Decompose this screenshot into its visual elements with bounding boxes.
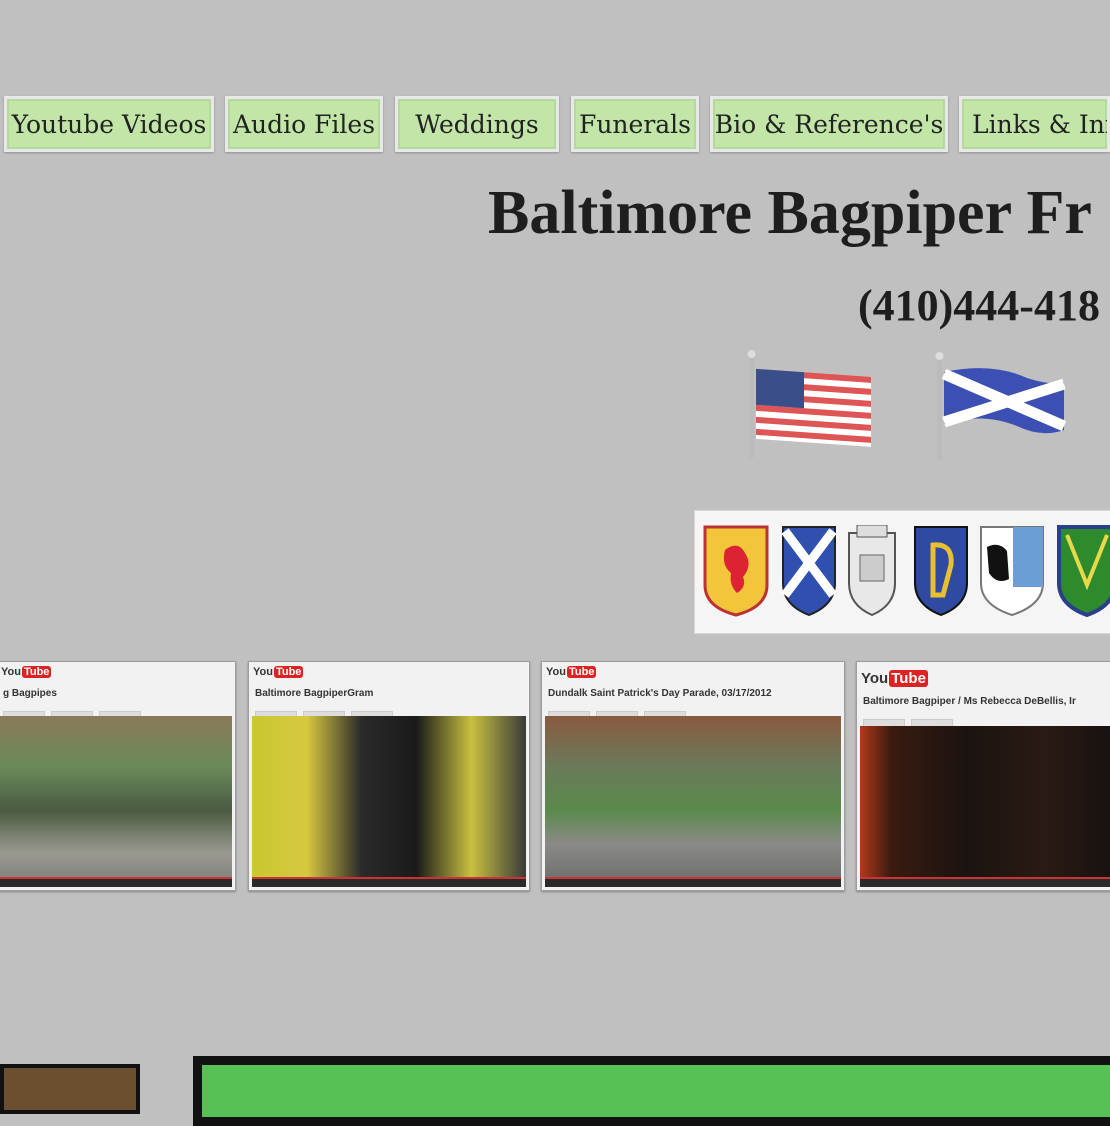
youtube-logo-icon: You Tube xyxy=(253,666,304,678)
video-controls[interactable] xyxy=(0,877,232,887)
tab-label: Youtube Videos xyxy=(11,109,207,139)
youtube-logo-icon: You Tube xyxy=(546,666,597,678)
lion-rampant-crest-icon xyxy=(703,525,769,617)
crest-panel xyxy=(694,510,1110,634)
tab-label: Funerals xyxy=(578,109,692,139)
video-controls[interactable] xyxy=(860,877,1110,887)
video-controls[interactable] xyxy=(545,877,841,887)
video-toolbar xyxy=(548,704,838,719)
tab-label: Bio & Reference's xyxy=(714,109,944,139)
video-title: g Bagpipes xyxy=(3,688,57,699)
video-thumbnail-2[interactable]: You Tube Baltimore BagpiperGram xyxy=(248,661,530,891)
tab-funerals[interactable]: Funerals xyxy=(571,96,699,152)
youtube-logo-icon: You Tube xyxy=(861,670,928,687)
tab-youtube-videos[interactable]: Youtube Videos xyxy=(4,96,214,152)
video-title: Baltimore Bagpiper / Ms Rebecca DeBellis… xyxy=(863,696,1076,707)
video-toolbar xyxy=(3,704,229,719)
eagle-crest-icon xyxy=(980,526,1044,617)
video-thumbnail-3[interactable]: You Tube Dundalk Saint Patrick's Day Para… xyxy=(541,661,845,891)
video-title: Dundalk Saint Patrick's Day Parade, 03/1… xyxy=(548,688,772,699)
video-player[interactable] xyxy=(860,726,1110,887)
video-thumbnail-4[interactable]: You Tube Baltimore Bagpiper / Ms Rebecca … xyxy=(856,661,1110,891)
saltire-crest-icon xyxy=(781,526,837,617)
phone-number: (410)444-418 xyxy=(858,281,1100,330)
page-title: Baltimore Bagpiper Fr xyxy=(488,179,1092,247)
tab-bio-references[interactable]: Bio & Reference's xyxy=(710,96,948,152)
video-controls[interactable] xyxy=(252,877,526,887)
us-flag-icon xyxy=(747,350,871,458)
video-title: Baltimore BagpiperGram xyxy=(255,688,374,699)
video-toolbar xyxy=(863,712,1110,727)
video-thumbnail-1[interactable]: You Tube g Bagpipes xyxy=(0,661,236,891)
video-player[interactable] xyxy=(252,716,526,887)
bottom-thumbnail[interactable] xyxy=(0,1064,140,1114)
video-player[interactable] xyxy=(545,716,841,887)
green-shield-crest-icon xyxy=(1057,525,1110,617)
tab-weddings[interactable]: Weddings xyxy=(395,96,559,152)
scotland-flag-icon xyxy=(935,352,1067,460)
video-toolbar xyxy=(255,704,523,719)
tab-links-info[interactable]: Links & Inf xyxy=(959,96,1110,152)
youtube-logo-icon: You Tube xyxy=(1,666,52,678)
bottom-green-panel xyxy=(193,1056,1110,1126)
video-player[interactable] xyxy=(0,716,232,887)
tab-audio-files[interactable]: Audio Files xyxy=(225,96,383,152)
castle-crest-icon xyxy=(848,525,896,617)
harp-crest-icon xyxy=(914,526,968,617)
tab-label: Audio Files xyxy=(232,109,376,139)
tab-label: Weddings xyxy=(415,109,539,139)
tab-label: Links & Inf xyxy=(972,109,1110,139)
